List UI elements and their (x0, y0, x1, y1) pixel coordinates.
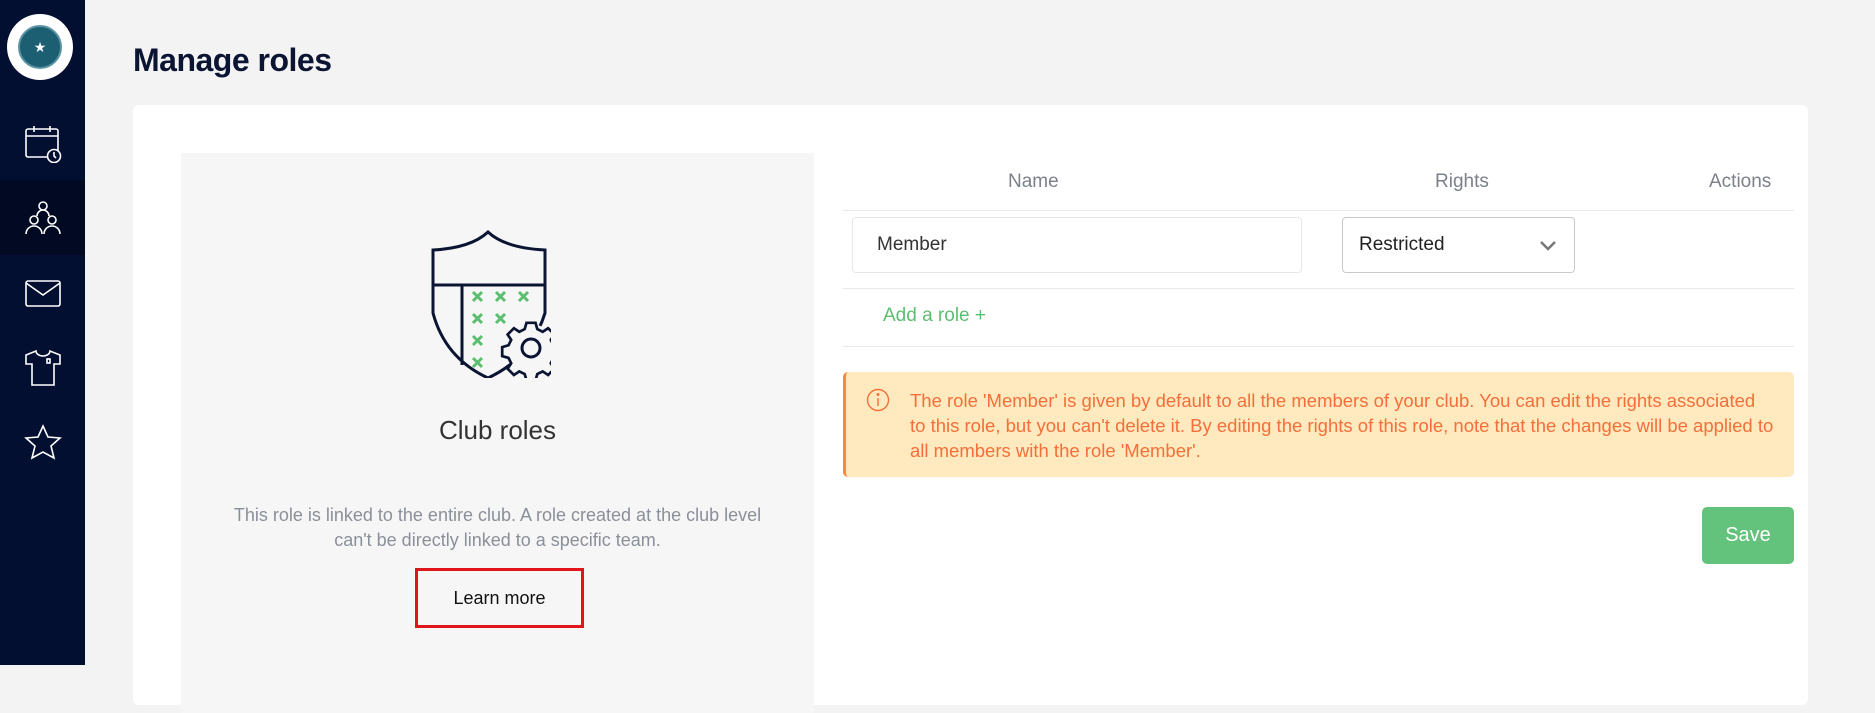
sidebar-item-calendar[interactable] (0, 105, 85, 180)
club-logo[interactable]: ★ (7, 14, 73, 80)
club-roles-panel: Club roles This role is linked to the en… (181, 153, 814, 713)
alert-text: The role 'Member' is given by default to… (910, 390, 1774, 461)
users-icon (24, 200, 61, 234)
chevron-down-icon (1540, 241, 1556, 251)
sidebar-item-messages[interactable] (0, 255, 85, 330)
shirt-icon (24, 349, 61, 386)
role-name-input[interactable] (852, 217, 1302, 273)
roles-card: Club roles This role is linked to the en… (133, 105, 1808, 713)
sidebar: ★ (0, 0, 85, 665)
rights-select[interactable]: Restricted (1342, 217, 1575, 273)
calendar-clock-icon (24, 125, 61, 163)
divider (843, 210, 1794, 211)
sidebar-item-favorites[interactable] (0, 405, 85, 480)
shield-gear-icon (431, 229, 551, 378)
add-role-link[interactable]: Add a role + (883, 305, 986, 327)
rights-select-value: Restricted (1359, 234, 1445, 255)
page-title: Manage roles (133, 42, 332, 78)
sidebar-item-members[interactable] (0, 180, 85, 255)
info-icon (866, 388, 890, 412)
divider (843, 288, 1794, 289)
star-icon: ★ (18, 25, 62, 69)
divider (843, 346, 1794, 347)
column-header-name: Name (1008, 171, 1059, 192)
club-roles-description: This role is linked to the entire club. … (233, 505, 762, 550)
column-header-rights: Rights (1435, 171, 1489, 192)
star-icon (23, 423, 62, 460)
column-header-actions: Actions (1709, 171, 1772, 192)
info-alert: The role 'Member' is given by default to… (843, 372, 1794, 477)
club-roles-title: Club roles (438, 415, 557, 445)
learn-more-button[interactable]: Learn more (415, 568, 584, 628)
save-button[interactable]: Save (1702, 507, 1794, 564)
mail-icon (24, 279, 61, 307)
sidebar-item-shop[interactable] (0, 330, 85, 405)
